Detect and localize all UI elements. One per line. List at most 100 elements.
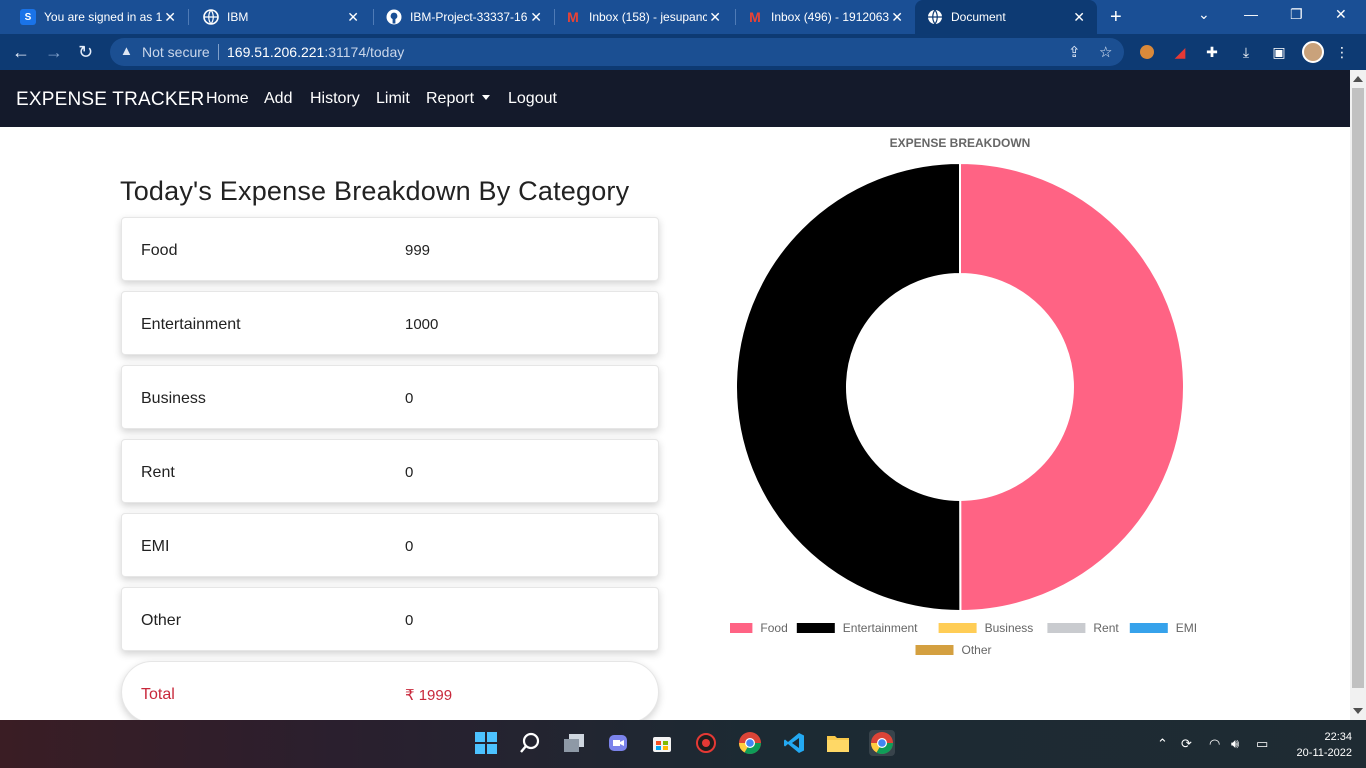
close-window-icon[interactable]: ✕ <box>1335 6 1347 23</box>
category-row-rent: Rent 0 <box>121 439 659 503</box>
new-tab-icon[interactable]: + <box>1110 6 1122 29</box>
legend-swatch-entertainment <box>796 623 835 633</box>
url-field[interactable]: ▲ Not secure 169.51.206.221:31174/today … <box>110 38 1124 66</box>
tab-title: Inbox (158) - jesupanc <box>589 10 707 24</box>
nav-logout[interactable]: Logout <box>508 90 557 108</box>
close-icon[interactable]: ✕ <box>530 9 542 26</box>
extension-cast-icon[interactable]: ◢ <box>1170 42 1190 62</box>
legend-label-entertainment[interactable]: Entertainment <box>843 621 918 635</box>
menu-kebab-icon[interactable]: ⋮ <box>1332 42 1352 62</box>
security-label[interactable]: Not secure <box>142 44 210 60</box>
category-label: Business <box>141 390 206 407</box>
github-icon <box>386 9 402 25</box>
bookmark-star-icon[interactable]: ☆ <box>1099 43 1112 61</box>
brand-logo[interactable]: EXPENSE TRACKER <box>16 89 204 111</box>
extensions-puzzle-icon[interactable]: ✚ <box>1202 42 1222 62</box>
category-label: Entertainment <box>141 316 241 333</box>
task-view-icon[interactable] <box>561 730 587 756</box>
minimize-icon[interactable]: — <box>1244 6 1258 22</box>
category-amount: 1000 <box>405 316 439 333</box>
vscode-icon[interactable] <box>781 730 807 756</box>
legend-swatch-business <box>938 623 977 633</box>
legend-swatch-food <box>730 623 753 633</box>
tab-github[interactable]: IBM-Project-33337-16 ✕ <box>366 0 554 34</box>
nav-history[interactable]: History <box>310 90 360 108</box>
reload-icon[interactable]: ↻ <box>78 42 93 63</box>
gmail-icon: M <box>567 9 579 25</box>
microsoft-store-icon[interactable] <box>649 730 675 756</box>
battery-icon[interactable]: ▭ <box>1256 736 1268 752</box>
sync-icon[interactable]: ⟳ <box>1181 736 1192 752</box>
tab-search-icon[interactable]: ⌄ <box>1198 6 1210 23</box>
scroll-down-icon[interactable] <box>1353 708 1363 714</box>
chevron-up-icon[interactable]: ⌃ <box>1157 736 1168 752</box>
tab-title: You are signed in as 1! <box>44 10 162 24</box>
chart-title: EXPENSE BREAKDOWN <box>889 136 1031 150</box>
page-title: Today's Expense Breakdown By Category <box>120 176 630 206</box>
chrome-profile-icon[interactable] <box>869 730 895 756</box>
side-panel-icon[interactable]: ▣ <box>1269 42 1289 62</box>
category-row-emi: EMI 0 <box>121 513 659 577</box>
wifi-icon[interactable]: ◠ <box>1209 736 1220 752</box>
legend-label-emi[interactable]: EMI <box>1176 621 1197 635</box>
nav-add[interactable]: Add <box>264 90 292 108</box>
tab-title: IBM-Project-33337-16 <box>410 10 528 24</box>
clock-date: 20-11-2022 <box>1296 747 1352 759</box>
browser-tab-bar: S You are signed in as 1! ✕ IBM ✕ IBM-Pr… <box>0 0 1366 34</box>
legend-label-other[interactable]: Other <box>962 643 992 657</box>
extension-cookie-icon[interactable] <box>1137 42 1157 62</box>
app-navbar: EXPENSE TRACKER Home Add History Limit R… <box>0 70 1350 127</box>
close-icon[interactable]: ✕ <box>1073 9 1085 26</box>
chart-slice-entertainment[interactable] <box>735 161 962 613</box>
legend-label-business[interactable]: Business <box>985 621 1034 635</box>
s-icon: S <box>20 9 36 25</box>
category-amount: 999 <box>405 242 431 259</box>
tab-document[interactable]: Document ✕ <box>915 0 1097 34</box>
category-row-entertainment: Entertainment 1000 <box>121 291 659 355</box>
scrollbar-thumb[interactable] <box>1352 88 1364 688</box>
restore-icon[interactable]: ❐ <box>1290 6 1303 23</box>
legend-swatch-emi <box>1129 623 1168 633</box>
system-clock[interactable]: 22:34 20-11-2022 <box>1282 729 1352 761</box>
caret-down-icon <box>482 95 491 100</box>
tab-gmail-2[interactable]: M Inbox (496) - 1912063 ✕ <box>727 0 915 34</box>
legend-label-food[interactable]: Food <box>760 621 787 635</box>
tab-gmail-1[interactable]: M Inbox (158) - jesupanc ✕ <box>545 0 733 34</box>
back-icon[interactable]: ← <box>12 42 30 63</box>
chart-slice-food[interactable] <box>959 161 1186 613</box>
close-icon[interactable]: ✕ <box>709 9 721 26</box>
nav-home[interactable]: Home <box>206 90 249 108</box>
total-row: Total ₹ 1999 <box>121 661 659 723</box>
tab-title: IBM <box>227 10 249 24</box>
close-icon[interactable]: ✕ <box>891 9 903 26</box>
warning-icon[interactable]: ▲ <box>120 43 133 58</box>
close-icon[interactable]: ✕ <box>164 9 176 26</box>
scroll-up-icon[interactable] <box>1353 76 1363 82</box>
windows-start-icon[interactable] <box>473 730 499 756</box>
download-icon[interactable]: ⤓ <box>1236 42 1256 62</box>
nav-limit[interactable]: Limit <box>376 90 410 108</box>
forward-icon[interactable]: → <box>45 42 63 63</box>
category-label: Food <box>141 242 178 259</box>
category-label: EMI <box>141 538 170 555</box>
tab-signed-in[interactable]: S You are signed in as 1! ✕ <box>0 0 188 34</box>
legend-swatch-rent <box>1047 623 1086 633</box>
category-amount: 0 <box>405 464 414 481</box>
file-explorer-icon[interactable] <box>825 730 851 756</box>
category-amount: 0 <box>405 390 414 407</box>
nav-report-dropdown[interactable]: Report <box>426 90 491 108</box>
category-label: Rent <box>141 464 175 481</box>
avatar[interactable] <box>1302 41 1324 63</box>
close-icon[interactable]: ✕ <box>347 9 359 26</box>
url-text[interactable]: 169.51.206.221:31174/today <box>227 44 404 60</box>
share-icon[interactable]: ⇪ <box>1068 43 1081 61</box>
expense-doughnut-chart: Food Entertainment Business Rent EMI Other <box>730 161 1197 657</box>
volume-icon[interactable]: 🔊︎ <box>1231 736 1239 752</box>
teams-chat-icon[interactable] <box>605 730 631 756</box>
search-icon[interactable] <box>517 730 543 756</box>
legend-label-rent[interactable]: Rent <box>1093 621 1119 635</box>
security-app-icon[interactable] <box>693 730 719 756</box>
tab-ibm[interactable]: IBM ✕ <box>183 0 371 34</box>
chrome-icon[interactable] <box>737 730 763 756</box>
category-label: Other <box>141 612 182 629</box>
